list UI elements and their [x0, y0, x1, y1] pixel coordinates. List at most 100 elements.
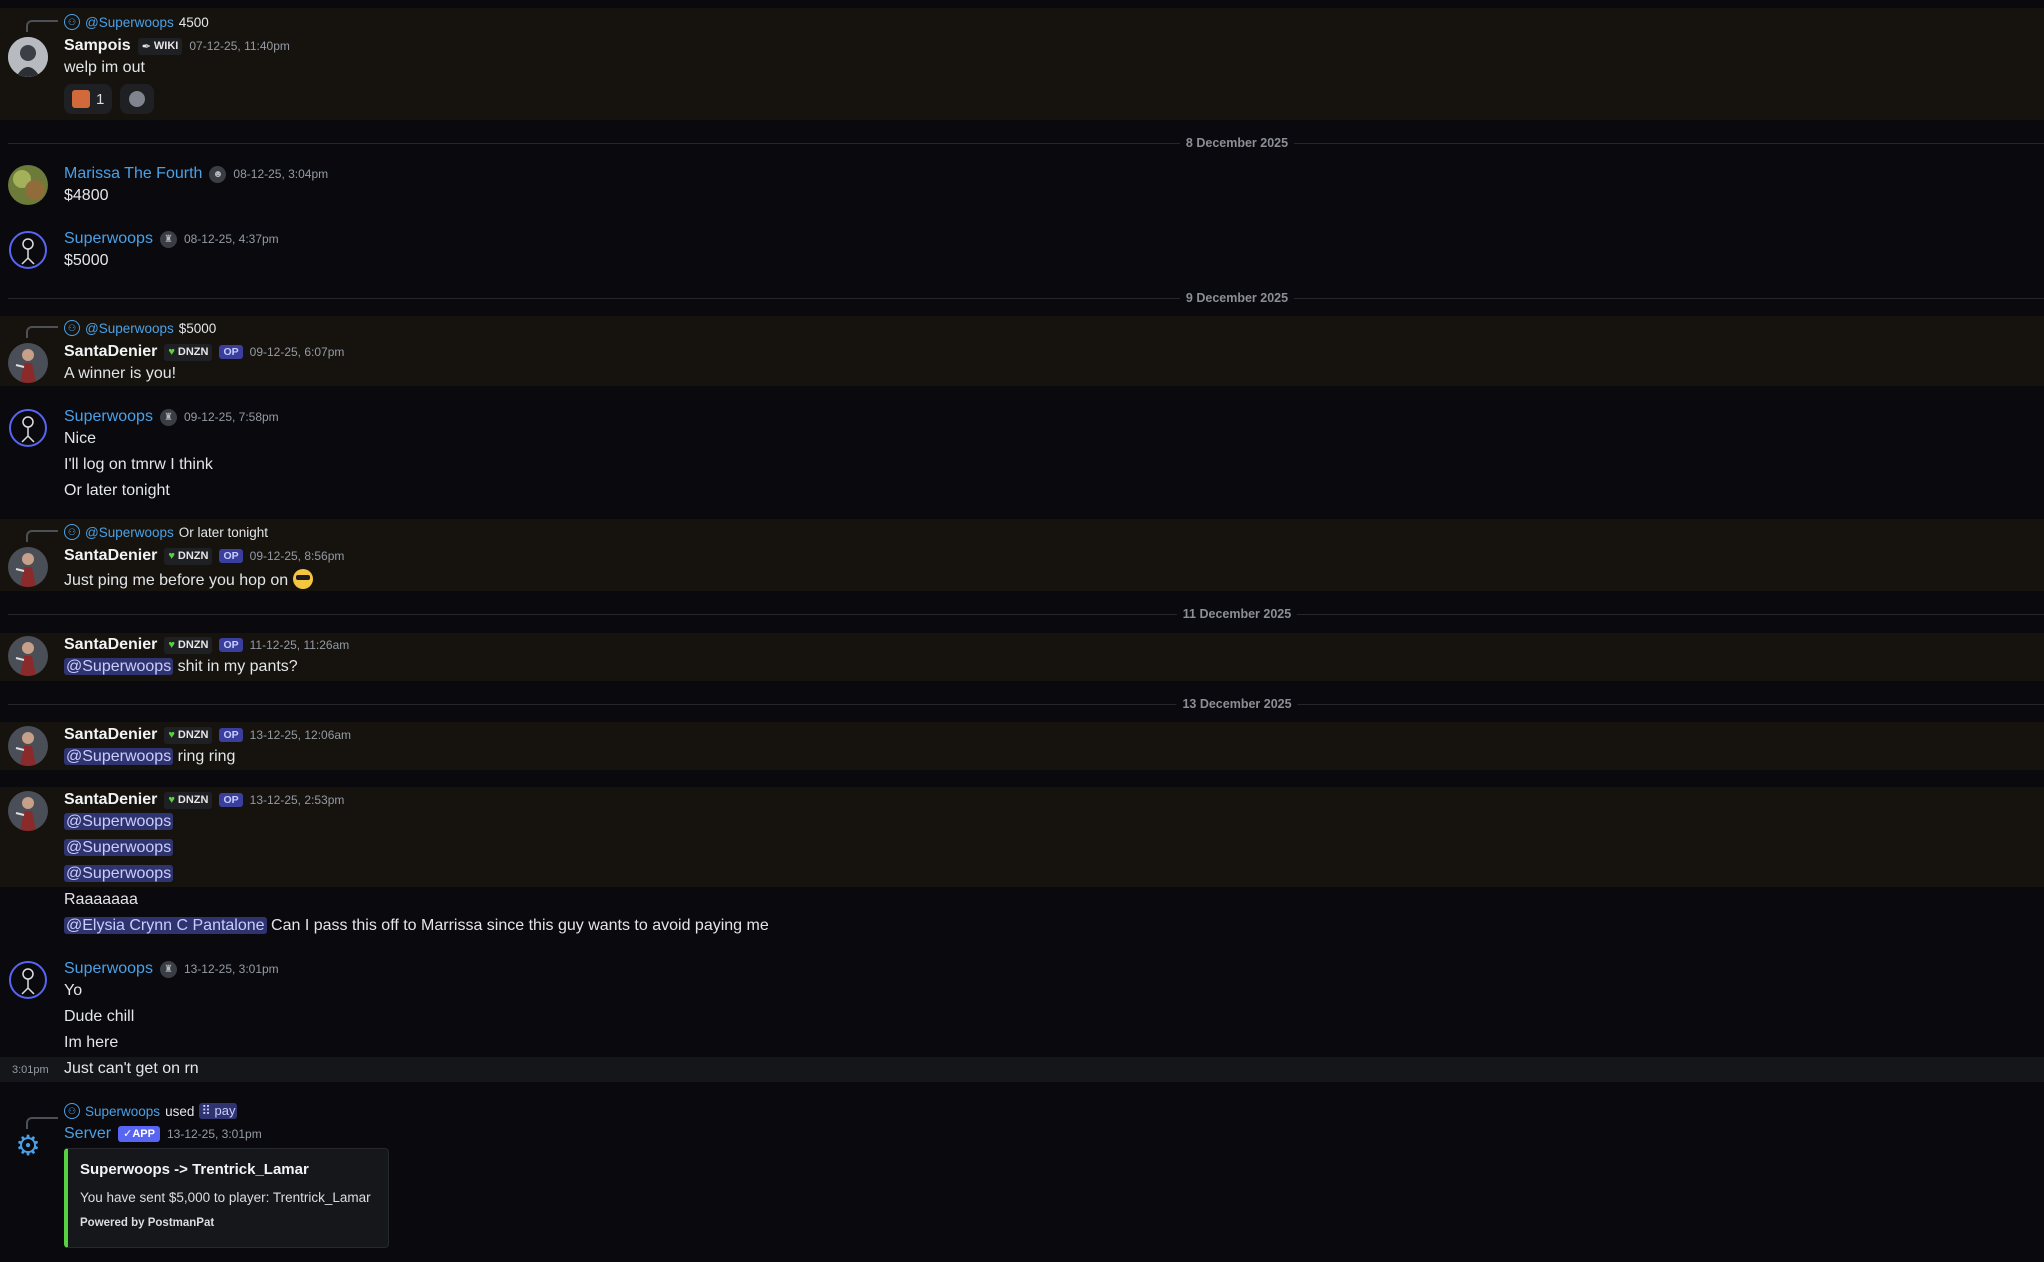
message-text: $4800: [64, 187, 109, 204]
username[interactable]: SantaDenier: [64, 636, 157, 654]
message-header: Superwoops ♜ 13-12-25, 3:01pm: [64, 960, 279, 978]
message-text-content: shit in my pants?: [177, 658, 298, 675]
username[interactable]: Marissa The Fourth: [64, 165, 202, 183]
timestamp[interactable]: 07-12-25, 11:40pm: [189, 39, 290, 53]
message-text: Nice: [64, 430, 97, 447]
avatar[interactable]: [8, 960, 48, 1000]
username[interactable]: Sampois: [64, 37, 131, 55]
message-text: @Superwoops ring ring: [64, 748, 235, 766]
timestamp[interactable]: 13-12-25, 3:01pm: [184, 962, 279, 976]
op-badge: OP: [219, 728, 243, 742]
avatar-santa-icon: [8, 726, 48, 766]
user-mention[interactable]: @Superwoops: [64, 865, 174, 882]
check-icon: ✓: [123, 1128, 133, 1140]
message-text-content: ring ring: [177, 748, 236, 765]
message-text: @Superwoops shit in my pants?: [64, 658, 298, 676]
command-chip[interactable]: ⠿ pay: [199, 1103, 238, 1119]
role-badge-label: DNZN: [177, 729, 209, 741]
message-header: Sampois ✒ WIKI 07-12-25, 11:40pm: [64, 37, 290, 55]
message-text: Or later tonight: [64, 482, 170, 499]
reply-spine: [26, 530, 58, 542]
avatar-santa-icon: [8, 791, 48, 831]
reply-preview[interactable]: ⚇ @Superwoops 4500: [64, 14, 209, 30]
reaction-count: 1: [96, 90, 105, 108]
avatar[interactable]: [8, 636, 48, 676]
avatar[interactable]: [8, 408, 48, 448]
embed-footer: Powered by PostmanPat: [80, 1217, 215, 1229]
role-badge: ♥ DNZN: [164, 547, 213, 565]
command-preview[interactable]: ⚇ Superwoops used ⠿ pay: [64, 1103, 238, 1119]
message-text: welp im out: [64, 59, 145, 76]
message-text: Just can't get on rn: [64, 1060, 199, 1077]
reply-username[interactable]: @Superwoops: [85, 15, 174, 30]
user-mention[interactable]: @Superwoops: [64, 748, 174, 765]
message-header: SantaDenier ♥ DNZN OP 11-12-25, 11:26am: [64, 636, 349, 654]
app-badge: ✓APP: [118, 1126, 160, 1142]
embed-description: You have sent $5,000 to player: Trentric…: [80, 1190, 371, 1205]
message-header: Superwoops ♜ 09-12-25, 7:58pm: [64, 408, 279, 426]
avatar[interactable]: [8, 791, 48, 831]
username[interactable]: SantaDenier: [64, 547, 157, 565]
timestamp[interactable]: 13-12-25, 12:06am: [250, 728, 351, 742]
message-text: I'll log on tmrw I think: [64, 456, 213, 473]
reply-username[interactable]: @Superwoops: [85, 321, 174, 336]
op-badge: OP: [219, 638, 243, 652]
message-header: Marissa The Fourth ☻ 08-12-25, 3:04pm: [64, 165, 328, 183]
username[interactable]: Server: [64, 1125, 111, 1143]
timestamp[interactable]: 09-12-25, 8:56pm: [250, 549, 345, 563]
timestamp[interactable]: 08-12-25, 3:04pm: [233, 167, 328, 181]
avatar[interactable]: [8, 726, 48, 766]
timestamp[interactable]: 09-12-25, 6:07pm: [250, 345, 345, 359]
message-header: SantaDenier ♥ DNZN OP 13-12-25, 12:06am: [64, 726, 351, 744]
timestamp[interactable]: 09-12-25, 7:58pm: [184, 410, 279, 424]
reply-preview[interactable]: ⚇ @Superwoops Or later tonight: [64, 524, 268, 540]
avatar[interactable]: ⚙: [8, 1126, 48, 1166]
avatar[interactable]: [8, 547, 48, 587]
date-divider: [8, 614, 2044, 615]
timestamp[interactable]: 11-12-25, 11:26am: [250, 638, 350, 652]
message-text: @Superwoops: [64, 813, 174, 831]
hover-timestamp[interactable]: 3:01pm: [12, 1064, 49, 1076]
reaction-button[interactable]: 1: [64, 84, 113, 114]
reply-preview[interactable]: ⚇ @Superwoops $5000: [64, 320, 216, 336]
user-mention[interactable]: @Superwoops: [64, 839, 174, 856]
avatar-santa-icon: [8, 547, 48, 587]
message-text: Just ping me before you hop on: [64, 569, 313, 590]
timestamp[interactable]: 08-12-25, 4:37pm: [184, 232, 279, 246]
reply-text: 4500: [178, 14, 209, 30]
user-mention[interactable]: @Superwoops: [64, 658, 174, 675]
date-divider: [8, 704, 2044, 705]
heart-icon: ♥: [168, 639, 175, 651]
role-badge: ♥ DNZN: [164, 343, 213, 361]
avatar[interactable]: [8, 343, 48, 383]
message-text: Raaaaaaa: [64, 891, 138, 908]
user-mention[interactable]: @Superwoops: [64, 813, 174, 830]
timestamp[interactable]: 13-12-25, 2:53pm: [250, 793, 345, 807]
avatar[interactable]: [8, 37, 48, 77]
user-mention[interactable]: @Elysia Crynn C Pantalone: [64, 917, 267, 934]
add-reaction-icon: [129, 91, 145, 107]
reply-avatar-icon: ⚇: [64, 524, 80, 540]
command-username[interactable]: Superwoops: [85, 1104, 160, 1119]
embed-title: Superwoops -> Trentrick_Lamar: [80, 1161, 309, 1178]
reply-username[interactable]: @Superwoops: [85, 525, 174, 540]
role-badge-label: DNZN: [177, 346, 209, 358]
username[interactable]: SantaDenier: [64, 726, 157, 744]
timestamp[interactable]: 13-12-25, 3:01pm: [167, 1127, 262, 1141]
message-header: SantaDenier ♥ DNZN OP 09-12-25, 6:07pm: [64, 343, 344, 361]
username[interactable]: Superwoops: [64, 230, 153, 248]
username[interactable]: Superwoops: [64, 408, 153, 426]
avatar-nature-icon: [8, 165, 48, 205]
reply-spine: [26, 326, 58, 338]
add-reaction-button[interactable]: [120, 84, 154, 114]
reply-text: $5000: [178, 320, 217, 336]
message-text: A winner is you!: [64, 365, 177, 382]
username[interactable]: Superwoops: [64, 960, 153, 978]
avatar-figure-icon: [8, 37, 48, 77]
reply-spine: [26, 20, 58, 32]
username[interactable]: SantaDenier: [64, 791, 157, 809]
pen-icon: ✒: [141, 40, 151, 53]
avatar[interactable]: [8, 165, 48, 205]
avatar[interactable]: [8, 230, 48, 270]
username[interactable]: SantaDenier: [64, 343, 157, 361]
